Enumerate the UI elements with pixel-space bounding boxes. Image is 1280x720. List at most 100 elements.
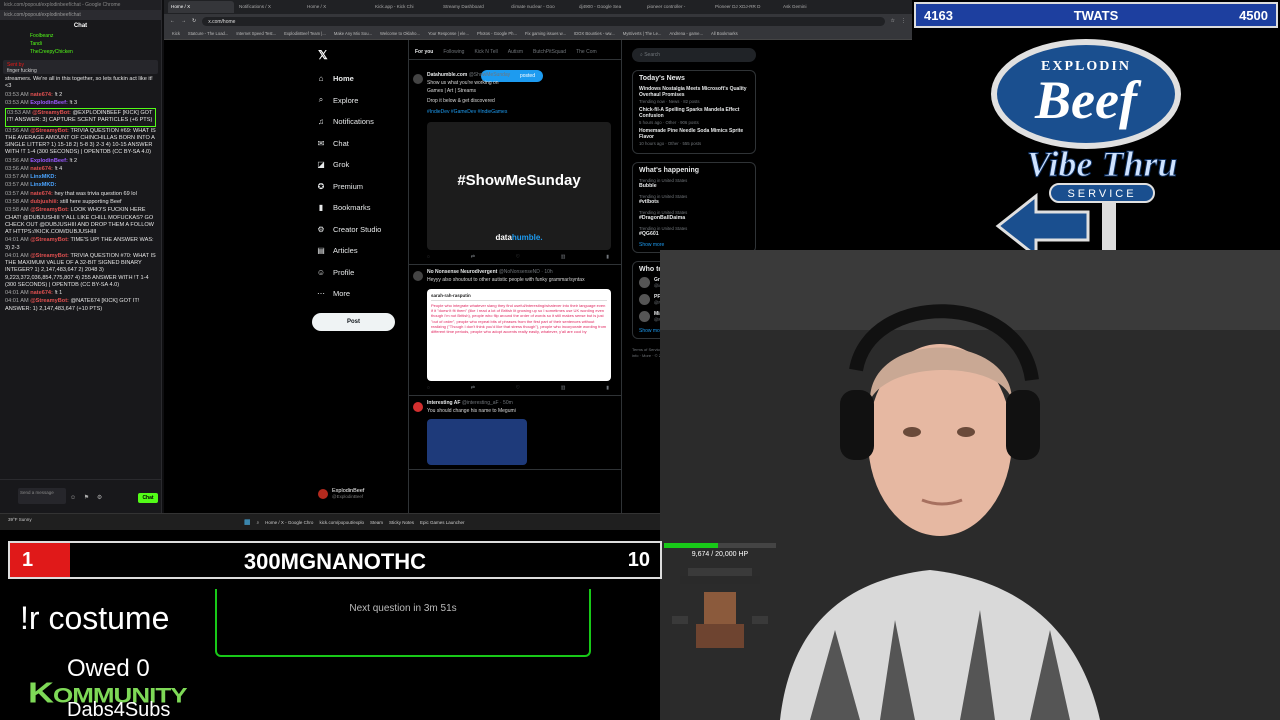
nav-item-explore[interactable]: ⌕ Explore [312,90,404,112]
browser-tab[interactable]: climate nuclear - Goo [508,1,574,13]
show-more-trends[interactable]: Show more [639,242,749,248]
message-user[interactable]: @StreamyBot: [30,128,70,134]
message-user[interactable]: @StreamyBot: [30,237,70,243]
chat-message[interactable]: 03:53 AM @StreamyBot: @EXPLODINBEEF [KIC… [5,108,156,127]
chat-message-list[interactable]: streamers. We're all in this together, s… [0,76,161,313]
chat-message[interactable]: streamers. We're all in this together, s… [5,76,156,91]
taskbar-app[interactable]: Sticky Notes [389,520,414,525]
post-actions[interactable]: ◌ ⇄ ♡ ▥ ▮ [427,385,615,391]
url-input[interactable]: x.com/home [202,16,885,26]
x-logo-icon[interactable]: 𝕏 [318,48,404,62]
reload-icon[interactable]: ↻ [192,18,196,24]
search-icon[interactable]: ⌕ [257,520,260,525]
trend-item[interactable]: Trending in United States #DragonBallDaim… [639,210,749,221]
taskbar-app[interactable]: Epic Games Launcher [420,520,465,525]
bookmark-item[interactable]: Welcome to Oklaho... [380,31,420,36]
nav-item-grok[interactable]: ◪ Grok [312,154,404,176]
chat-input[interactable]: Send a message [18,488,66,504]
nav-item-bookmarks[interactable]: ▮ Bookmarks [312,197,404,219]
chat-message[interactable]: 03:53 AM nate674: !t 2 [5,92,156,99]
message-user[interactable]: ExplodinBeef: [30,100,69,106]
post-actions[interactable]: ◌ ⇄ ♡ ▥ ▮ [427,254,615,260]
post-author[interactable]: Interesting AF @interesting_aF · 50m [427,400,615,406]
chat-send-button[interactable]: Chat [138,493,158,503]
chat-message[interactable]: 03:57 AM LinxMKD: [5,182,156,189]
post-image[interactable]: #ShowMeSunday datahumble. [427,122,611,250]
nav-item-articles[interactable]: ▤ Articles [312,240,404,262]
taskbar-app[interactable]: Home / X - Google Chro [265,520,313,525]
message-user[interactable]: nate674: [30,92,54,98]
trend-item[interactable]: Trending in United States #QG601 [639,226,749,237]
browser-tab[interactable]: pioneer controller - [644,1,710,13]
chat-message[interactable]: 04:01 AM @StreamyBot: @NATE674 [KICK] GO… [5,298,156,313]
browser-tab[interactable]: Home / X [304,1,370,13]
post-neurodivergent[interactable]: No Nonsense Neurodivergent @NoNonsenseND… [409,265,621,396]
nav-item-profile[interactable]: ☺ Profile [312,262,404,284]
weather-widget[interactable]: 39°F Sunny [8,517,32,522]
windows-start-icon[interactable]: ▦ [244,518,251,526]
timeline-tab[interactable]: Following [443,49,464,59]
browser-tab[interactable]: Kick.app - Kick Chi [372,1,438,13]
chat-message[interactable]: 03:53 AM ExplodinBeef: !t 3 [5,100,156,107]
bookmark-item[interactable]: All Bookmarks [711,31,738,36]
bookmark-item[interactable]: Photos - Google Ph... [477,31,517,36]
trend-item[interactable]: Trending in United States Bubble [639,178,749,189]
chat-message[interactable]: 04:01 AM nate674: !t 1 [5,290,156,297]
chat-message[interactable]: 03:56 AM ExplodinBeef: !t 2 [5,158,156,165]
chat-message[interactable]: 04:01 AM @StreamyBot: TIME'S UP! THE ANS… [5,237,156,252]
post-video[interactable] [427,419,527,465]
bookmark-item[interactable]: Statcure - The Load... [188,31,228,36]
timeline-tab[interactable]: The Com [576,49,597,59]
bookmark-item[interactable]: Fix gaming issues w... [525,31,566,36]
nav-item-home[interactable]: ⌂ Home [312,68,404,90]
bookmark-item[interactable]: IDOX Bounties - ww... [574,31,615,36]
message-user[interactable]: nate674: [30,191,54,197]
news-item[interactable]: Windows Nostalgia Meets Microsoft's Qual… [639,86,749,104]
message-user[interactable]: ExplodinBeef: [30,158,69,164]
trend-item[interactable]: Trending in United States #vtlbots [639,194,749,205]
message-user[interactable]: @StreamyBot: [30,207,70,213]
browser-tab[interactable]: Ask Gemini [780,1,846,13]
bookmark-item[interactable]: Kick [172,31,180,36]
message-user[interactable]: nate674: [30,290,54,296]
browser-tab[interactable]: Pioneer DJ XDJ-RR D [712,1,778,13]
chat-message[interactable]: 04:01 AM @StreamyBot: TRIVIA QUESTION #7… [5,253,156,289]
timeline-tab[interactable]: For you [415,49,433,59]
nav-item-more[interactable]: ⋯ More [312,283,404,305]
news-item[interactable]: Homemade Pine Needle Soda Mimics Sprite … [639,128,749,146]
nav-item-chat[interactable]: ✉ Chat [312,133,404,155]
timeline-tab[interactable]: Kick N Tell [474,49,497,59]
message-user[interactable]: nate674: [30,166,54,172]
post-author[interactable]: No Nonsense Neurodivergent @NoNonsenseND… [427,269,615,275]
bookmark-item[interactable]: Your Response | ele... [428,31,469,36]
taskbar-app[interactable]: kick.com/popout/explo [319,520,364,525]
message-user[interactable]: dubjushiii: [30,199,60,205]
chat-message[interactable]: 03:56 AM @StreamyBot: TRIVIA QUESTION #6… [5,128,156,157]
nav-item-premium[interactable]: ✪ Premium [312,176,404,198]
bookmark-item[interactable]: Make Any Mix Sou... [334,31,372,36]
browser-tab[interactable]: Streamy Dashboard [440,1,506,13]
bookmark-item[interactable]: Andrena - game... [669,31,703,36]
pinned-message[interactable]: Sent by finger fucking [3,60,158,74]
search-input[interactable]: ⌕ Search [632,48,756,62]
post-button[interactable]: Post [312,312,395,331]
message-user[interactable]: @StreamyBot: [30,253,70,259]
nav-item-notifications[interactable]: ♫ Notifications [312,111,404,133]
browser-tab[interactable]: Notifications / X [236,1,302,13]
message-user[interactable]: LinxMKD: [30,174,56,180]
post-interesting[interactable]: Interesting AF @interesting_aF · 50m You… [409,396,621,470]
timeline-tab[interactable]: ButchPitSquad [533,49,566,59]
message-user[interactable]: LinxMKD: [30,182,56,188]
timeline-tab[interactable]: Autism [508,49,523,59]
back-icon[interactable]: ← [170,18,175,24]
chat-tools-icons[interactable]: ☺ ⚑ ⚙ [70,494,105,501]
chat-message[interactable]: 03:56 AM nate674: !t 4 [5,166,156,173]
chat-message[interactable]: 03:58 AM @StreamyBot: LOOK WHO'S FUCKIN … [5,207,156,236]
browser-tab[interactable]: dj4900 - Google Sea [576,1,642,13]
message-user[interactable]: @StreamyBot: [30,298,70,304]
chat-message[interactable]: 03:57 AM LinxMKD: [5,174,156,181]
bookmark-item[interactable]: Internet Speed Test... [236,31,276,36]
bookmark-item[interactable]: ExplodinBeef Team |... [284,31,326,36]
post-author[interactable]: Datahumble.com @ShowMeSunday [427,72,615,78]
news-item[interactable]: Chick-fil-A Spelling Sparks Mandela Effe… [639,107,749,125]
